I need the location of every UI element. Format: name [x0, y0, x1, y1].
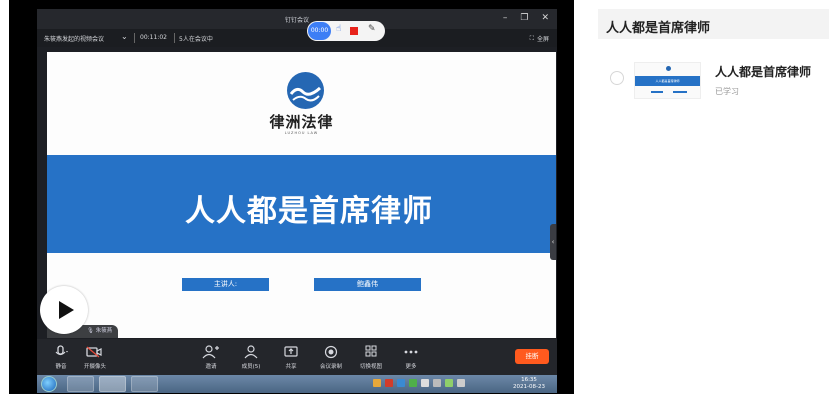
- tray-icon[interactable]: [445, 379, 453, 387]
- fullscreen-button[interactable]: ⛶ 全屏: [529, 34, 549, 44]
- control-label: 会议录制: [319, 364, 342, 370]
- lesson-thumbnail: 人人都是首席律师: [634, 62, 701, 99]
- record-button[interactable]: 会议录制: [311, 345, 351, 370]
- tray-icon[interactable]: [373, 379, 381, 387]
- share-button[interactable]: 共享: [271, 345, 311, 370]
- stop-recording-icon[interactable]: [350, 27, 358, 35]
- thumbnail-bar: [651, 91, 663, 93]
- control-label: 更多: [405, 364, 417, 370]
- course-title: 人人都是首席律师: [606, 21, 711, 36]
- microphone-icon: 🎙: [87, 328, 94, 334]
- control-label: 共享: [285, 364, 297, 370]
- members-icon: [244, 345, 258, 359]
- members-button[interactable]: 成员(5): [231, 345, 271, 370]
- presentation-slide: 律洲法律 LUZHOU LAW 人人都是首席律师 主讲人: 鲍鑫伟 ‹: [47, 52, 556, 338]
- tray-icon[interactable]: [397, 379, 405, 387]
- pointer-icon[interactable]: ☝: [336, 24, 341, 34]
- taskbar-clock[interactable]: 16:35 2021-08-23: [513, 377, 545, 391]
- start-menu-icon[interactable]: [41, 376, 57, 392]
- video-player[interactable]: 钉钉会议 – ❐ ✕ 朱筱燕发起的视频会议 ⌄ 00:11:02 5人在会议中 …: [9, 0, 574, 394]
- taskbar-app-button[interactable]: [99, 376, 126, 392]
- thumbnail-bar: [673, 91, 687, 93]
- control-label: 切换视图: [359, 364, 382, 370]
- course-panel-header: 人人都是首席律师: [598, 9, 829, 39]
- slide-banner: 人人都是首席律师: [47, 155, 556, 253]
- pen-icon[interactable]: ✎: [368, 24, 376, 34]
- recorder-widget: 00:00 ☝ ✎: [307, 21, 385, 41]
- brand-name: 律洲法律: [269, 113, 334, 131]
- fullscreen-icon: ⛶: [529, 34, 534, 42]
- lesson-status-indicator: [610, 71, 624, 85]
- lesson-item[interactable]: 人人都是首席律师 人人都是首席律师 已学习: [598, 55, 829, 103]
- slide-headline: 人人都是首席律师: [185, 194, 433, 229]
- fullscreen-label: 全屏: [536, 36, 549, 43]
- more-icon: [404, 350, 418, 354]
- more-button[interactable]: 更多: [391, 345, 431, 370]
- system-tray: [373, 379, 465, 387]
- page: 钉钉会议 – ❐ ✕ 朱筱燕发起的视频会议 ⌄ 00:11:02 5人在会议中 …: [0, 0, 829, 400]
- meeting-title: 朱筱燕发起的视频会议: [44, 36, 105, 43]
- clock-date: 2021-08-23: [513, 384, 545, 390]
- chevron-left-icon[interactable]: ‹: [550, 224, 556, 260]
- tray-icon[interactable]: [433, 379, 441, 387]
- participant-count: 5人在会议中: [179, 36, 213, 43]
- clock-time: 16:35: [521, 377, 537, 383]
- control-label: 邀请: [205, 364, 217, 370]
- brand-logo-icon: [666, 66, 671, 71]
- meeting-timer: 00:11:02: [140, 34, 167, 41]
- invite-button[interactable]: 邀请: [191, 345, 231, 370]
- host-name: 鲍鑫伟: [314, 278, 421, 291]
- app-titlebar: 钉钉会议 – ❐ ✕: [37, 9, 557, 29]
- minimize-icon[interactable]: –: [503, 13, 508, 23]
- speaker-name: 朱筱燕: [95, 328, 113, 334]
- tray-icon[interactable]: [385, 379, 393, 387]
- app-title: 钉钉会议: [284, 17, 309, 24]
- tray-icon[interactable]: [409, 379, 417, 387]
- share-icon: [284, 346, 298, 357]
- chevron-down-icon[interactable]: ⌄: [121, 32, 128, 41]
- meeting-info-bar: 朱筱燕发起的视频会议 ⌄ 00:11:02 5人在会议中 ⛶ 全屏: [37, 29, 557, 47]
- close-icon[interactable]: ✕: [541, 13, 549, 23]
- record-icon: [324, 345, 338, 359]
- lesson-status: 已学习: [715, 87, 739, 96]
- taskbar-app-button[interactable]: [67, 376, 94, 392]
- play-button[interactable]: [40, 286, 88, 334]
- thumbnail-headline: 人人都是首席律师: [635, 76, 700, 86]
- window-controls: – ❐ ✕: [503, 13, 549, 23]
- meeting-control-bar: 静音 开摄像头 邀请 成员(5) 共享 会议录制 切换视图 更多 挂断: [37, 339, 557, 375]
- microphone-icon: [55, 345, 68, 356]
- brand-subtitle: LUZHOU LAW: [284, 131, 319, 135]
- control-label: 成员(5): [241, 364, 261, 370]
- maximize-icon[interactable]: ❐: [520, 13, 528, 23]
- grid-view-icon: [365, 345, 377, 357]
- os-taskbar: 16:35 2021-08-23: [37, 375, 557, 393]
- camera-button[interactable]: 开摄像头: [75, 345, 115, 370]
- tray-icon[interactable]: [457, 379, 465, 387]
- recorder-time: 00:00: [308, 22, 331, 40]
- lesson-title: 人人都是首席律师: [715, 65, 812, 79]
- control-label: 开摄像头: [83, 364, 106, 370]
- screen-recording: 钉钉会议 – ❐ ✕ 朱筱燕发起的视频会议 ⌄ 00:11:02 5人在会议中 …: [37, 9, 557, 393]
- divider: [134, 33, 135, 43]
- end-call-button[interactable]: 挂断: [515, 349, 549, 364]
- camera-icon: [86, 346, 102, 358]
- switch-view-button[interactable]: 切换视图: [351, 345, 391, 370]
- taskbar-app-button[interactable]: [131, 376, 158, 392]
- invite-icon: [202, 345, 219, 359]
- host-label: 主讲人:: [182, 278, 269, 291]
- divider: [174, 33, 175, 43]
- tray-icon[interactable]: [421, 379, 429, 387]
- brand-logo-icon: [287, 72, 324, 109]
